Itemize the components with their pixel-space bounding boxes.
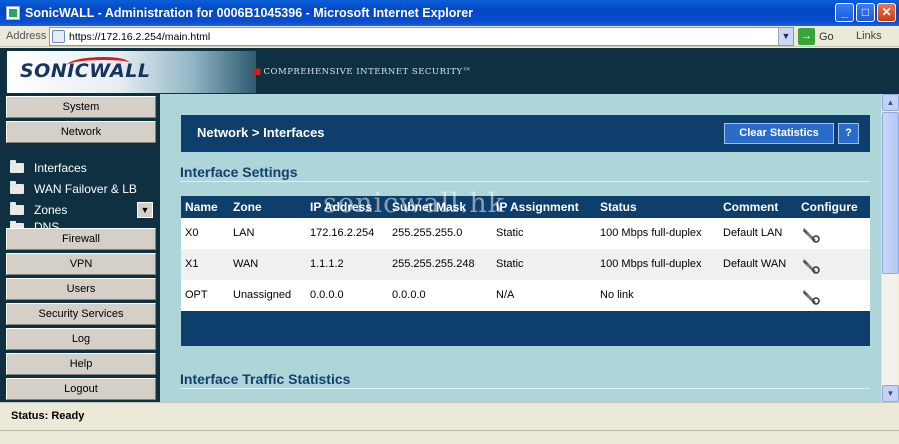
nav-users[interactable]: Users [6,278,156,300]
col-header-configure: Configure [801,200,858,214]
cell-name: X0 [185,227,199,239]
subnav-interfaces[interactable]: Interfaces [10,158,87,178]
subnav-label: Interfaces [34,161,87,175]
page-header-bar: Network > Interfaces Clear Statistics ? [181,115,870,152]
table-row[interactable]: X1 WAN 1.1.1.2 255.255.255.248 Static 10… [181,249,870,280]
help-button[interactable]: ? [838,123,859,144]
col-header-mask: Subnet Mask [392,200,467,214]
folder-open-icon [10,160,24,173]
scroll-thumb[interactable] [882,112,899,274]
section-title-interface-settings: Interface Settings [180,164,298,180]
section-divider [180,388,870,389]
subnav-label: WAN Failover & LB [34,182,137,196]
col-header-zone: Zone [233,200,262,214]
cell-zone: WAN [233,258,259,270]
section-divider [180,181,870,182]
status-bar: Status: Ready [0,402,899,430]
go-arrow-icon: → [798,28,815,45]
configure-wrench-icon[interactable] [801,286,821,306]
cell-assignment: Static [496,227,524,239]
subnav-label: Zones [34,203,68,217]
banner-tagline: ■ COMPREHENSIVE INTERNET SECURITY™ [253,67,472,77]
nav-system[interactable]: System [6,96,156,118]
section-title-traffic-statistics: Interface Traffic Statistics [180,371,351,387]
close-button[interactable]: ✕ [877,3,896,22]
nav-network[interactable]: Network [6,121,156,143]
maximize-button[interactable]: □ [856,3,875,22]
status-value: Ready [51,410,85,422]
cell-status: No link [600,289,634,301]
main-content: Network > Interfaces Clear Statistics ? … [160,94,881,402]
cell-mask: 0.0.0.0 [392,289,426,301]
status-text: Status: Ready [11,410,84,422]
cell-zone: Unassigned [233,289,292,301]
table-row[interactable]: OPT Unassigned 0.0.0.0 0.0.0.0 N/A No li… [181,280,870,311]
col-header-ip: IP Address [310,200,373,214]
cell-mask: 255.255.255.248 [392,258,475,270]
nav-log[interactable]: Log [6,328,156,350]
url-dropdown-icon[interactable]: ▼ [778,28,793,45]
cell-assignment: N/A [496,289,515,301]
cell-ip: 1.1.1.2 [310,258,344,270]
go-button[interactable]: → Go [798,28,834,45]
url-field[interactable]: https://172.16.2.254/main.html ▼ [49,27,794,46]
links-button[interactable]: Links [856,30,882,42]
nav-vpn[interactable]: VPN [6,253,156,275]
vertical-scrollbar[interactable]: ▲ ▼ [881,94,899,402]
configure-wrench-icon[interactable] [801,255,821,275]
table-row[interactable]: X0 LAN 172.16.2.254 255.255.255.0 Static… [181,218,870,249]
breadcrumb: Network > Interfaces [197,125,325,140]
window-title: SonicWALL - Administration for 0006B1045… [25,6,474,20]
nav-logout[interactable]: Logout [6,378,156,400]
subnav-wan-failover[interactable]: WAN Failover & LB [10,179,137,199]
url-text: https://172.16.2.254/main.html [69,30,211,43]
subnav-zones[interactable]: Zones [10,200,67,220]
folder-icon [10,202,24,215]
subnav-scroll-down-icon[interactable]: ▼ [137,202,153,218]
browser-status-strip [0,430,899,444]
address-label: Address [6,30,47,42]
cell-comment: Default WAN [723,258,787,270]
tagline-bullet-icon: ■ [253,67,262,77]
window-titlebar: SonicWALL - Administration for 0006B1045… [0,0,899,26]
ie-page-icon [6,6,20,20]
cell-zone: LAN [233,227,255,239]
col-header-assignment: IP Assignment [496,200,579,214]
scroll-up-icon[interactable]: ▲ [882,94,899,111]
cell-ip: 0.0.0.0 [310,289,344,301]
table-header: Name Zone IP Address Subnet Mask IP Assi… [181,196,870,218]
address-bar: Address https://172.16.2.254/main.html ▼… [0,26,899,47]
cell-status: 100 Mbps full-duplex [600,258,702,270]
cell-ip: 172.16.2.254 [310,227,375,239]
minimize-button[interactable]: _ [835,3,854,22]
sonicwall-logo: SONICWALL [7,51,256,93]
col-header-name: Name [185,200,218,214]
tagline-text: COMPREHENSIVE INTERNET SECURITY™ [263,67,472,77]
cell-mask: 255.255.255.0 [392,227,463,239]
clear-statistics-button[interactable]: Clear Statistics [724,123,834,144]
scroll-down-icon[interactable]: ▼ [882,385,899,402]
col-header-status: Status [600,200,637,214]
col-header-comment: Comment [723,200,779,214]
logo-text: SONICWALL [20,60,151,82]
sonicwall-banner: SONICWALL ■ COMPREHENSIVE INTERNET SECURI… [0,48,899,94]
folder-icon [10,181,24,194]
go-label: Go [819,30,834,43]
cell-assignment: Static [496,258,524,270]
nav-security-services[interactable]: Security Services [6,303,156,325]
cell-comment: Default LAN [723,227,783,239]
nav-help[interactable]: Help [6,353,156,375]
cell-status: 100 Mbps full-duplex [600,227,702,239]
nav-firewall[interactable]: Firewall [6,228,156,250]
cell-name: OPT [185,289,208,301]
status-label: Status: [11,410,49,422]
configure-wrench-icon[interactable] [801,224,821,244]
cell-name: X1 [185,258,199,270]
page-icon [52,30,65,43]
interfaces-table: Name Zone IP Address Subnet Mask IP Assi… [181,196,870,346]
left-navigation: System Network Interfaces WAN Failover &… [0,94,160,402]
